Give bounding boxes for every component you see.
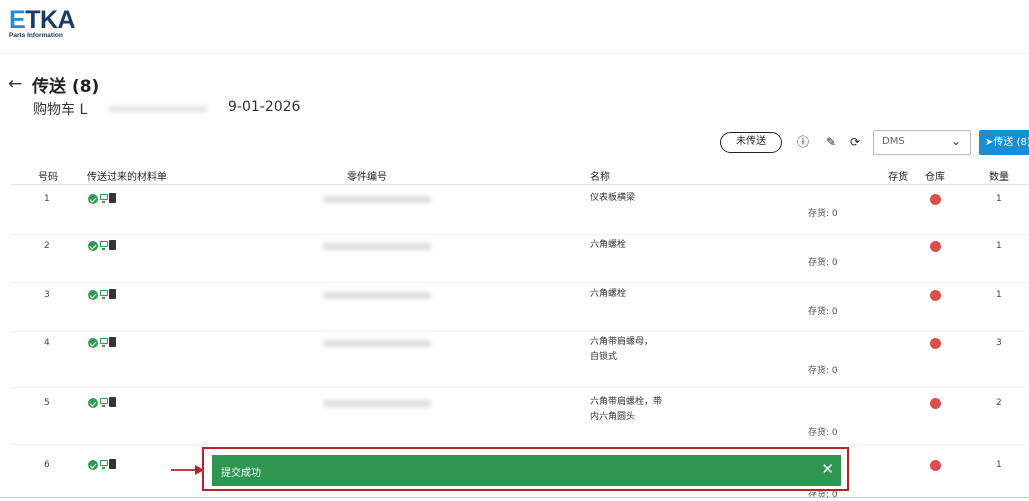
cart-name-redacted	[108, 106, 208, 112]
check-circle-icon	[88, 241, 98, 251]
header-divider	[10, 184, 1029, 185]
part-name: 六角带肩螺母， 自锁式	[590, 337, 654, 362]
warehouse-status-dot	[930, 194, 941, 205]
untransmitted-button[interactable]: 未传送	[720, 132, 782, 153]
part-number-redacted	[323, 243, 431, 250]
etka-logo[interactable]: ETKA Parts Information	[9, 6, 76, 40]
row-number: 1	[44, 194, 50, 204]
column-header-part-number[interactable]: 零件编号	[347, 168, 387, 183]
refresh-icon[interactable]: ⟳	[847, 134, 863, 150]
transmit-button-label: 传送 (8)	[993, 137, 1029, 148]
quantity: 2	[996, 398, 1002, 408]
row-divider	[10, 387, 1029, 388]
part-name: 六角带肩螺栓，带 内六角圆头	[590, 397, 663, 422]
column-header-name[interactable]: 名称	[590, 168, 610, 183]
part-number-redacted	[323, 292, 431, 299]
part-number-redacted	[323, 196, 431, 203]
part-name: 六角螺栓	[590, 240, 627, 250]
transmit-button[interactable]: ➤传送 (8)	[979, 130, 1029, 155]
warehouse-status-dot	[930, 290, 941, 301]
column-header-no[interactable]: 号码	[38, 168, 58, 183]
monitor-icon	[100, 290, 108, 299]
quantity: 1	[996, 460, 1002, 470]
cart-date: 9-01-2026	[228, 99, 301, 115]
monitor-icon	[100, 398, 108, 407]
info-icon[interactable]: ⓘ	[795, 134, 811, 150]
monitor-icon	[100, 241, 108, 250]
check-circle-icon	[88, 290, 98, 300]
document-icon	[109, 337, 116, 347]
quantity: 1	[996, 194, 1002, 204]
check-circle-icon	[88, 338, 98, 348]
chevron-down-icon: ⌄	[950, 134, 961, 148]
row-divider	[10, 282, 1029, 283]
bottom-divider	[0, 497, 1029, 498]
column-header-quantity[interactable]: 数量	[989, 168, 1009, 183]
warehouse-status-dot	[930, 460, 941, 471]
stock-text: 存货: 0	[808, 209, 838, 219]
monitor-icon	[100, 338, 108, 347]
annotation-highlight-box	[202, 447, 849, 491]
stock-text: 存货: 0	[808, 258, 838, 268]
monitor-icon	[100, 460, 108, 469]
row-number: 4	[44, 338, 50, 348]
stock-text: 存货: 0	[808, 428, 838, 438]
document-icon	[109, 289, 116, 299]
quantity: 1	[996, 241, 1002, 251]
column-header-stock[interactable]: 存货	[888, 168, 908, 183]
document-icon	[109, 193, 116, 203]
stock-text: 存货: 0	[808, 366, 838, 376]
row-number: 3	[44, 290, 50, 300]
document-icon	[109, 459, 116, 469]
check-circle-icon	[88, 460, 98, 470]
dms-select[interactable]: DMS ⌄	[873, 130, 971, 155]
stock-text: 存货: 0	[808, 307, 838, 317]
warehouse-status-dot	[930, 241, 941, 252]
pencil-icon[interactable]: ✎	[823, 134, 839, 150]
annotation-arrow-icon	[171, 465, 204, 475]
quantity: 3	[996, 338, 1002, 348]
cart-label: 购物车 L	[33, 102, 88, 118]
part-name: 仪表板横梁	[590, 193, 636, 203]
row-divider	[10, 444, 1029, 445]
monitor-icon	[100, 194, 108, 203]
row-divider	[10, 331, 1029, 332]
part-number-redacted	[323, 340, 431, 347]
part-name: 六角螺栓	[590, 289, 627, 299]
row-number: 6	[44, 460, 50, 470]
logo-wordmark: ETKA	[9, 6, 76, 34]
page-title: 传送 (8)	[32, 77, 100, 97]
column-header-bom[interactable]: 传送过来的材料单	[87, 168, 167, 183]
back-arrow-icon[interactable]: ←	[8, 74, 22, 94]
document-icon	[109, 397, 116, 407]
row-number: 5	[44, 398, 50, 408]
check-circle-icon	[88, 398, 98, 408]
dms-select-value: DMS	[882, 136, 905, 147]
document-icon	[109, 240, 116, 250]
row-divider	[10, 234, 1029, 235]
row-number: 2	[44, 241, 50, 251]
quantity: 1	[996, 290, 1002, 300]
warehouse-status-dot	[930, 338, 941, 349]
check-circle-icon	[88, 194, 98, 204]
part-number-redacted	[323, 400, 431, 407]
column-header-warehouse[interactable]: 仓库	[925, 168, 945, 183]
warehouse-status-dot	[930, 398, 941, 409]
top-bar: ETKA Parts Information	[0, 0, 1029, 54]
